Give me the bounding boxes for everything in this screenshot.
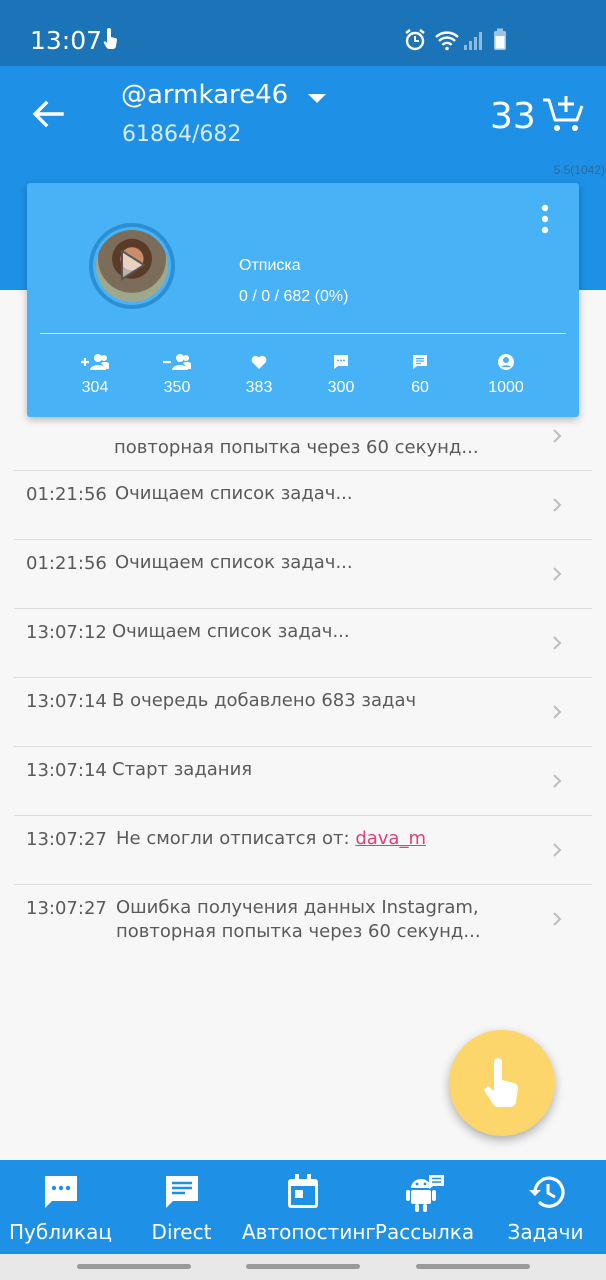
username-link[interactable]: dava_m [355, 828, 426, 849]
nav-label: Автопостинг [242, 1220, 376, 1244]
stat-messages: 60 [375, 351, 465, 397]
app-bar: @armkare46 61864/682 33 [0, 66, 606, 162]
nav-label: Direct [151, 1220, 212, 1244]
log-item[interactable]: 13:07:12 Очищаем список задач... [14, 609, 592, 678]
account-name[interactable]: @armkare46 [121, 80, 288, 110]
log-message: Очищаем список задач... [112, 621, 350, 642]
chevron-right-icon [552, 428, 562, 449]
log-message: Ошибка получения данных Instagram, [116, 897, 479, 918]
chevron-right-icon [552, 773, 562, 794]
add-user-icon [50, 351, 140, 373]
stat-value: 300 [327, 379, 355, 396]
chevron-right-icon [552, 566, 562, 587]
account-circle-icon [461, 351, 551, 373]
log-item[interactable]: 13:07:14 В очередь добавлено 683 задач [14, 678, 592, 747]
task-card[interactable]: Отписка 0 / 0 / 682 (0%) 304 350 383 300… [27, 183, 579, 417]
account-stats: 61864/682 [122, 122, 242, 147]
back-button[interactable] [416, 1264, 530, 1269]
stat-accounts: 1000 [461, 351, 551, 397]
status-icons [404, 28, 514, 57]
message-icon [375, 351, 465, 373]
chevron-right-icon [552, 704, 562, 725]
home-button[interactable] [246, 1264, 360, 1269]
nav-item-tasks[interactable]: Задачи [485, 1160, 606, 1254]
bottom-nav: Публикац Direct Автопостинг Рассылка Зад… [0, 1160, 606, 1254]
back-arrow-icon[interactable] [28, 94, 68, 134]
chevron-right-icon [552, 635, 562, 656]
log-time: 13:07:12 [26, 622, 107, 643]
nav-item-autoposting[interactable]: Автопостинг [242, 1160, 376, 1254]
history-icon [527, 1174, 565, 1215]
log-time: 13:07:27 [26, 898, 107, 919]
log-message: Очищаем список задач... [115, 552, 353, 573]
stat-comments: 300 [296, 351, 386, 397]
version-label: 5.5(1042) [553, 163, 605, 177]
alarm-icon [405, 29, 425, 51]
system-nav-bar [0, 1254, 606, 1280]
log-message: повторная попытка через 60 секунд... [114, 437, 479, 458]
nav-item-mailing[interactable]: Рассылка [364, 1160, 485, 1254]
task-progress: 0 / 0 / 682 (0%) [239, 288, 349, 305]
log-time: 01:21:56 [26, 484, 107, 505]
touch-indicator-icon [102, 28, 118, 55]
stat-unfollow: 350 [132, 351, 222, 397]
touch-hand-icon [484, 1058, 519, 1107]
nav-item-direct[interactable]: Direct [121, 1160, 242, 1254]
stat-value: 60 [411, 379, 429, 396]
stat-value: 383 [245, 379, 273, 396]
play-icon[interactable] [119, 248, 147, 287]
chevron-down-icon[interactable] [307, 92, 327, 110]
calendar-icon [286, 1174, 320, 1215]
heart-icon [214, 351, 304, 373]
chevron-right-icon [552, 842, 562, 863]
log-message-text: Не смогли отписатся от: [116, 828, 350, 849]
stat-likes: 383 [214, 351, 304, 397]
nav-label: Задачи [507, 1220, 584, 1244]
divider [40, 333, 566, 334]
touch-fab-button[interactable] [449, 1030, 555, 1136]
log-time: 13:07:14 [26, 760, 107, 781]
signal-icon [464, 32, 482, 50]
stat-value: 304 [81, 379, 109, 396]
comment-icon [43, 1174, 79, 1215]
chevron-right-icon [552, 911, 562, 932]
comment-icon [296, 351, 386, 373]
log-message: В очередь добавлено 683 задач [112, 690, 417, 711]
wifi-icon [435, 31, 459, 51]
log-item[interactable]: 13:07:27 Ошибка получения данных Instagr… [14, 885, 592, 954]
log-message-line2: повторная попытка через 60 секунд... [116, 921, 481, 942]
balance-count: 33 [490, 96, 536, 137]
log-time: 13:07:14 [26, 691, 107, 712]
add-to-cart-icon[interactable] [541, 94, 585, 139]
stat-value: 350 [163, 379, 191, 396]
log-message: Не смогли отписатся от: dava_m [116, 827, 426, 851]
log-item[interactable]: 13:07:27 Не смогли отписатся от: dava_m [14, 816, 592, 885]
log-message: Очищаем список задач... [115, 483, 353, 504]
more-vert-icon[interactable] [535, 203, 555, 237]
nav-label: Рассылка [374, 1220, 475, 1244]
log-item[interactable]: 01:21:56 Очищаем список задач... [14, 471, 592, 540]
nav-label: Публикац [9, 1220, 112, 1244]
android-bot-icon [405, 1174, 445, 1219]
log-item[interactable]: 13:07:14 Старт задания [14, 747, 592, 816]
stat-follow: 304 [50, 351, 140, 397]
message-icon [164, 1174, 200, 1215]
log-time: 01:21:56 [26, 553, 107, 574]
recents-button[interactable] [77, 1264, 191, 1269]
log-item[interactable]: 01:21:56 Очищаем список задач... [14, 540, 592, 609]
task-title: Отписка [239, 257, 301, 274]
status-bar: 13:07 [0, 0, 606, 66]
remove-user-icon [132, 351, 222, 373]
nav-item-publications[interactable]: Публикац [0, 1160, 121, 1254]
battery-icon [494, 28, 506, 50]
chevron-right-icon [552, 497, 562, 518]
log-message: Старт задания [112, 759, 253, 780]
stat-value: 1000 [488, 379, 524, 396]
log-time: 13:07:27 [26, 829, 107, 850]
status-time: 13:07 [30, 26, 103, 55]
